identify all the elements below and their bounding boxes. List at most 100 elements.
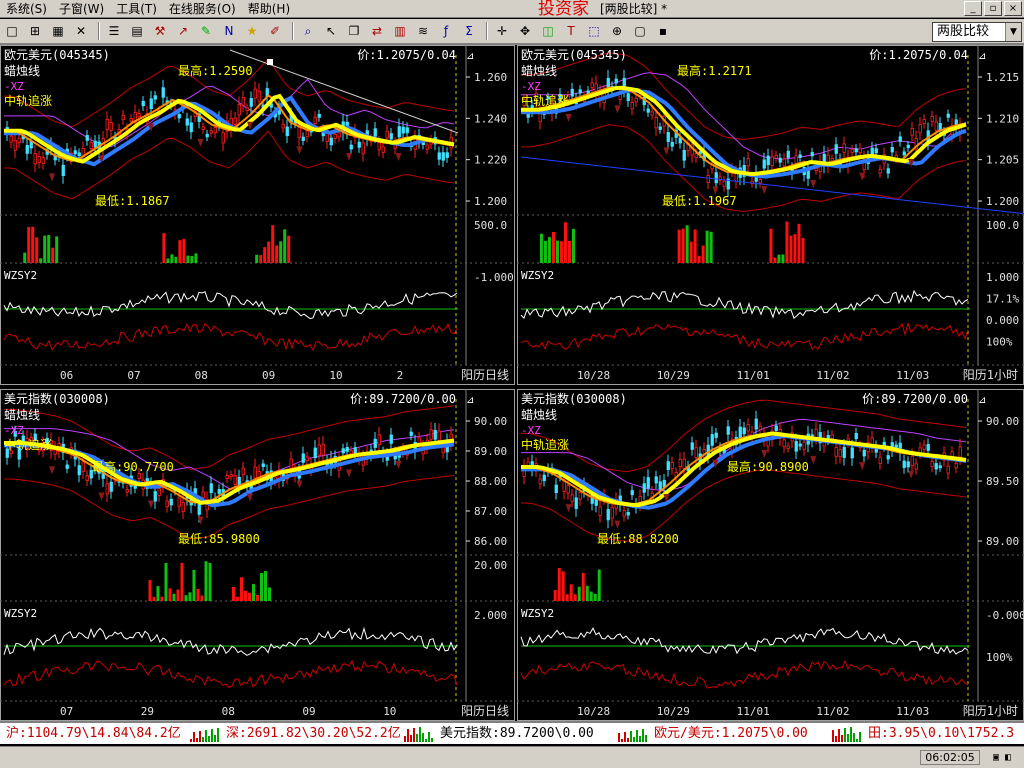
menu-online-service[interactable]: 在线服务(O) (163, 0, 242, 18)
candle-body (169, 498, 173, 506)
indicator-label: WZSY2 (521, 269, 554, 282)
candle-body (301, 136, 305, 141)
candle-body (938, 123, 942, 131)
mini-bar (624, 732, 626, 742)
mini-bar (835, 736, 837, 742)
window-icon[interactable]: ▢ (630, 21, 650, 41)
panel-title: 欧元美元(045345) (4, 48, 110, 62)
volume-bar (557, 568, 561, 601)
candle-body (437, 152, 441, 160)
candle-body (954, 462, 958, 469)
table-icon[interactable]: ▤ (127, 21, 147, 41)
panel-title: 欧元美元(045345) (521, 48, 627, 62)
draw-icon[interactable]: ✎ (196, 21, 216, 41)
search-icon[interactable]: ⌕ (298, 21, 318, 41)
move-icon[interactable]: ✥ (515, 21, 535, 41)
candle-body (566, 485, 570, 494)
volume-bar (192, 569, 196, 601)
ticker-shanghai[interactable]: 沪:1104.79\14.84\84.2亿 (6, 723, 181, 744)
x-tick-label: 11/02 (816, 369, 849, 382)
grid-icon[interactable]: ▥ (390, 21, 410, 41)
candle-body (778, 157, 782, 163)
restore-button[interactable]: ▫ (984, 1, 1002, 16)
y-tick-label: 90.00 (986, 415, 1019, 428)
compare-mode-select[interactable]: 两股比较 ▼ (932, 22, 1022, 42)
text-icon[interactable]: T (561, 21, 581, 41)
candle-body (401, 126, 405, 134)
candle-body (634, 97, 638, 103)
volume-tick-label: 100.0 (986, 219, 1019, 232)
save-icon[interactable]: ▪ (653, 21, 673, 41)
cursor-icon[interactable]: ↖ (321, 21, 341, 41)
news-icon[interactable]: N (219, 21, 239, 41)
volume-bar (279, 241, 283, 263)
menu-system[interactable]: 系统(S) (0, 0, 53, 18)
tools-icon[interactable]: ⚒ (150, 21, 170, 41)
candle-body (802, 441, 806, 450)
formula-icon[interactable]: Σ (459, 21, 479, 41)
y-tick-label: 1.240 (474, 112, 507, 125)
ticker-eurusd[interactable]: 欧元/美元:1.2075\0.00 (654, 723, 808, 744)
ticker-shenzhen[interactable]: 深:2691.82\30.20\52.2亿 (226, 723, 401, 744)
candle-body (798, 443, 802, 447)
function-icon[interactable]: ƒ (436, 21, 456, 41)
layout-4-icon[interactable]: ⊞ (25, 21, 45, 41)
pencil-icon[interactable]: ✐ (265, 21, 285, 41)
strategy-label: 中轨追涨 (521, 93, 569, 108)
period-label: 阳历1小时 (963, 704, 1018, 718)
candle-body (305, 130, 309, 138)
low-price-label: 最低:1.1967 (662, 194, 737, 208)
mini-bar (193, 732, 195, 742)
chart-line-icon[interactable]: ↗ (173, 21, 193, 41)
candle-body (437, 430, 441, 441)
zoom-icon[interactable]: ⊕ (607, 21, 627, 41)
volume-bar (180, 562, 184, 601)
y-tick-label: 86.00 (474, 535, 507, 548)
mini-bar (410, 735, 412, 742)
compare-icon[interactable]: ⇄ (367, 21, 387, 41)
volume-bar (677, 229, 681, 263)
candle-body (646, 477, 650, 489)
select-icon[interactable]: ⬚ (584, 21, 604, 41)
volume-bar (200, 595, 204, 601)
menu-help[interactable]: 帮助(H) (242, 0, 296, 18)
mini-bar (832, 730, 834, 742)
list-icon[interactable]: ☰ (104, 21, 124, 41)
mini-bar (202, 737, 204, 742)
chart-area[interactable]: 欧元美元(045345) 价:1.2075/0.04 ⊿蜡烛线-XZ中轨追涨最高:1… (0, 45, 1024, 721)
volume-bar (685, 225, 689, 263)
chart-type-label: 蜡烛线 (4, 408, 40, 422)
chart-type-icon[interactable]: ◫ (538, 21, 558, 41)
chart-panel-bottom-left: 美元指数(030008) 价:89.7200/0.00 ⊿ 蜡烛线 -XZ中轨追涨最高:… (0, 389, 515, 721)
volume-bar (571, 228, 575, 263)
close-button[interactable]: × (1004, 1, 1022, 16)
menu-tools[interactable]: 工具(T) (110, 0, 163, 18)
volume-bar (555, 240, 559, 263)
toolbar-separator (98, 22, 100, 40)
minimize-button[interactable]: _ (964, 1, 982, 16)
favorite-icon[interactable]: ★ (242, 21, 262, 41)
mini-bar (859, 732, 861, 742)
crosshair-icon[interactable]: ✛ (492, 21, 512, 41)
volume-bar (172, 593, 176, 601)
mini-bar (208, 736, 210, 742)
candle-body (441, 152, 445, 161)
candle-body (930, 115, 934, 122)
layout-1-icon[interactable]: □ (2, 21, 22, 41)
ticker-usd-index[interactable]: 美元指数:89.7200\0.00 (440, 723, 594, 744)
candle-body (341, 448, 345, 454)
copy-icon[interactable]: ❐ (344, 21, 364, 41)
x-tick-label: 11/03 (896, 705, 929, 718)
candle-body (774, 154, 778, 159)
candle-body (854, 148, 858, 153)
candle-body (622, 510, 626, 517)
indicator-icon[interactable]: ≋ (413, 21, 433, 41)
volume-bar (567, 240, 571, 263)
ticker-other[interactable]: 田:3.95\0.10\1752.3 (868, 723, 1014, 744)
close-icon[interactable]: ✕ (71, 21, 91, 41)
candle-body (810, 152, 814, 157)
chevron-down-icon[interactable]: ▼ (1005, 23, 1021, 41)
menu-subwindow[interactable]: 子窗(W) (53, 0, 110, 18)
panel-menu-icon: ⊿ (978, 51, 986, 62)
layout-grid-icon[interactable]: ▦ (48, 21, 68, 41)
